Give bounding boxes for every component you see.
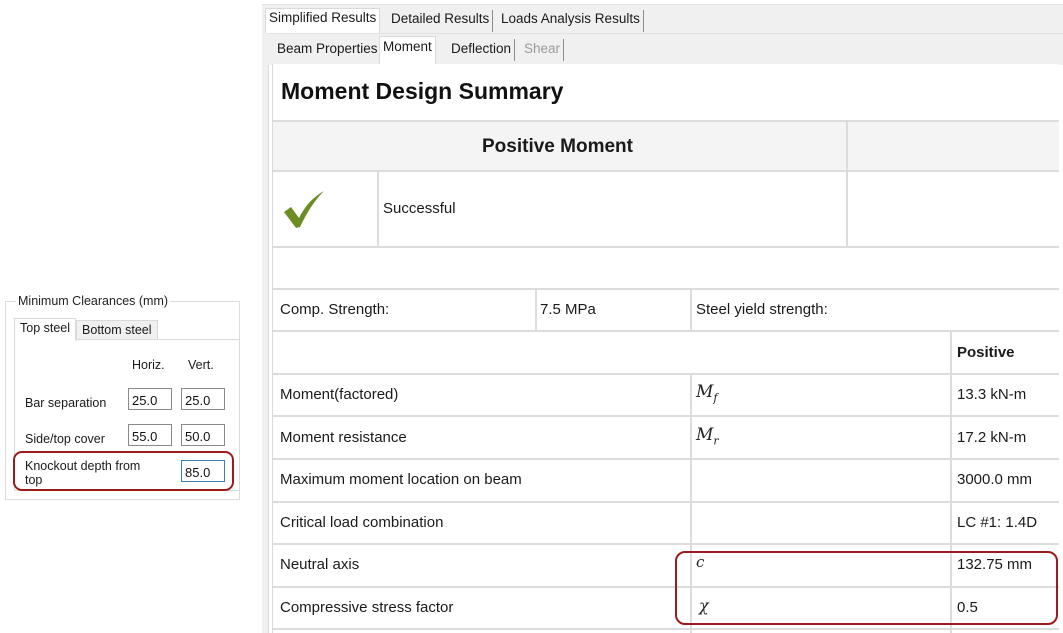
column-header-vert: Vert. <box>188 358 214 372</box>
tab-detailed-results[interactable]: Detailed Results <box>388 10 494 32</box>
results-sub-tabs: Beam Properties Moment Deflection Shear <box>268 33 1063 65</box>
positive-column-header: Positive <box>957 344 1015 361</box>
divider <box>690 290 692 332</box>
row-label: Compressive stress factor <box>280 599 454 616</box>
tab-moment[interactable]: Moment <box>379 36 436 65</box>
tab-simplified-results[interactable]: Simplified Results <box>265 8 381 35</box>
tab-beam-properties[interactable]: Beam Properties <box>274 39 382 61</box>
row-value: 17.2 kN-m <box>957 429 1027 446</box>
moment-summary-content: Moment Design Summary Positive Moment Su… <box>272 64 1059 633</box>
row-label: Critical load combination <box>280 514 444 531</box>
tab-top-steel[interactable]: Top steel <box>14 318 77 341</box>
divider <box>273 415 1059 417</box>
divider <box>273 330 1059 332</box>
divider <box>273 628 1059 630</box>
divider <box>846 122 848 246</box>
bar-separation-label: Bar separation <box>25 396 107 410</box>
status-text: Successful <box>383 200 456 217</box>
results-main-tabs: Simplified Results Detailed Results Load… <box>262 4 1063 35</box>
divider <box>273 501 1059 503</box>
row-label: Moment(factored) <box>280 386 399 403</box>
neutral-axis-highlight <box>675 551 1058 625</box>
steel-yield-label: Steel yield strength: <box>696 301 828 318</box>
summary-header-row <box>273 122 1059 170</box>
row-value: 13.3 kN-m <box>957 386 1027 403</box>
side-top-cover-vert-input[interactable] <box>181 424 225 446</box>
symbol-mf: Mf <box>696 382 718 405</box>
tab-loads-analysis-results[interactable]: Loads Analysis Results <box>498 10 644 32</box>
row-value: 3000.0 mm <box>957 471 1033 488</box>
divider <box>273 170 1059 172</box>
symbol-mr: Mr <box>696 425 719 448</box>
comp-strength-label: Comp. Strength: <box>280 301 390 318</box>
side-top-cover-horiz-input[interactable] <box>128 424 172 446</box>
divider <box>273 288 1059 290</box>
divider <box>273 246 1059 248</box>
clearances-tabs: Top steel Bottom steel <box>14 318 158 341</box>
tab-bottom-steel[interactable]: Bottom steel <box>76 320 158 340</box>
column-header-horiz: Horiz. <box>132 358 165 372</box>
comp-strength-value: 7.5 MPa <box>540 301 596 318</box>
tab-shear[interactable]: Shear <box>521 39 565 61</box>
tab-deflection[interactable]: Deflection <box>448 39 516 61</box>
row-label: Maximum moment location on beam <box>280 471 522 488</box>
page-title: Moment Design Summary <box>281 78 564 104</box>
bar-separation-horiz-input[interactable] <box>128 388 172 410</box>
row-label: Neutral axis <box>280 556 360 573</box>
panel-border <box>262 33 269 633</box>
divider <box>377 172 379 246</box>
divider <box>273 458 1059 460</box>
checkmark-icon <box>284 191 324 228</box>
row-label: Moment resistance <box>280 429 407 446</box>
divider <box>273 543 1059 545</box>
positive-moment-header: Positive Moment <box>482 136 633 157</box>
knockout-depth-highlight <box>13 451 234 491</box>
divider <box>535 290 537 332</box>
row-value: LC #1: 1.4D <box>957 514 1038 531</box>
bar-separation-vert-input[interactable] <box>181 388 225 410</box>
side-top-cover-label: Side/top cover <box>25 432 105 446</box>
divider <box>273 373 1059 375</box>
clearances-group-title: Minimum Clearances (mm) <box>16 294 171 308</box>
